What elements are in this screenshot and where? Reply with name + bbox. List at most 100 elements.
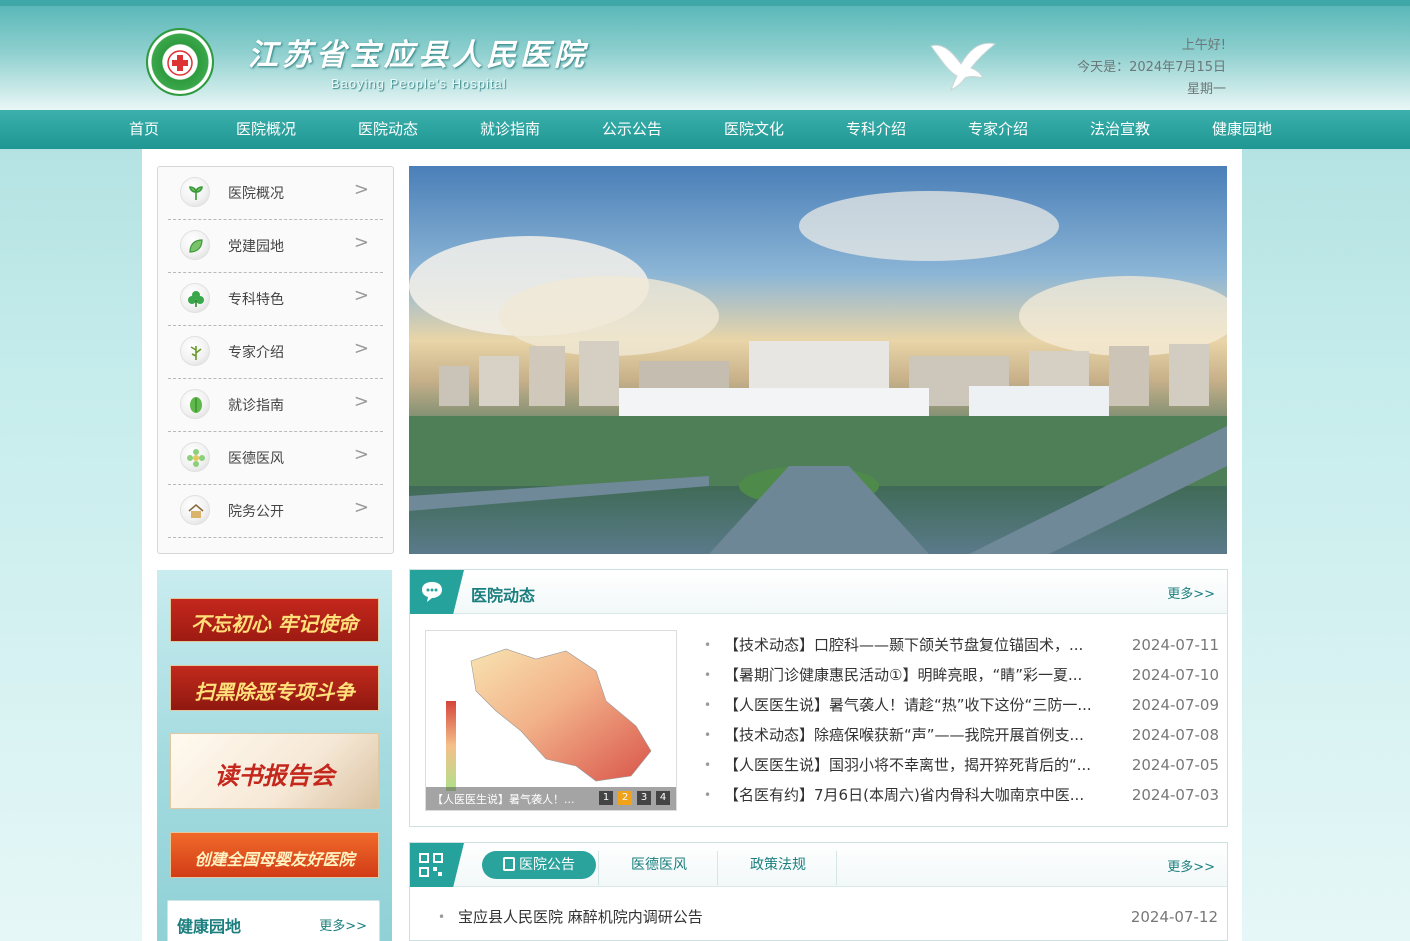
chevron-right-icon: > (353, 444, 369, 465)
bullet-icon: • (704, 698, 712, 712)
tab-divider (717, 851, 718, 885)
news-item-date: 2024-07-10 (1131, 666, 1219, 684)
nav-item-overview[interactable]: 医院概况 (220, 110, 312, 149)
nav-item-news[interactable]: 医院动态 (342, 110, 434, 149)
side-menu-item-public[interactable]: 院务公开 > (168, 485, 383, 538)
nav-item-experts[interactable]: 专家介绍 (952, 110, 1044, 149)
notice-item-title: 宝应县人民医院 麻醉机院内调研公告 (458, 908, 703, 926)
thumbnail-caption: 【人医医生说】暑气袭人！... (432, 793, 575, 806)
news-item-date: 2024-07-05 (1131, 756, 1219, 774)
bullet-icon: • (438, 910, 446, 924)
plant-icon (180, 336, 210, 366)
news-thumbnail[interactable]: 【人医医生说】暑气袭人！... 1 2 3 4 (425, 630, 677, 811)
news-item-title: 【技术动态】口腔科——颞下颌关节盘复位锚固术，... (724, 636, 1084, 654)
side-menu-label: 就诊指南 (228, 398, 284, 414)
main-nav: 首页 医院概况 医院动态 就诊指南 公示公告 医院文化 专科介绍 专家介绍 法治… (0, 110, 1410, 149)
health-garden-more-link[interactable]: 更多>> (319, 915, 367, 934)
promo-banner-label: 创建全国母婴友好医院 (194, 850, 355, 869)
chevron-right-icon: > (353, 391, 369, 412)
news-item-title: 【暑期门诊健康惠民活动①】明眸亮眼，“睛”彩一夏... (724, 666, 1083, 684)
news-item-date: 2024-07-03 (1131, 786, 1219, 804)
nav-item-departments[interactable]: 专科介绍 (830, 110, 922, 149)
hospital-banner-image[interactable] (409, 166, 1227, 554)
news-panel-title: 医院动态 (471, 586, 536, 605)
side-menu-item-guide[interactable]: 就诊指南 > (168, 379, 383, 432)
side-menu-item-experts[interactable]: 专家介绍 > (168, 326, 383, 379)
site-title: 江苏省宝应县人民医院 (248, 38, 588, 73)
side-menu-label: 专科特色 (228, 292, 284, 308)
news-list-item[interactable]: • 【技术动态】口腔科——颞下颌关节盘复位锚固术，... 2024-07-11 (704, 630, 1219, 660)
site-header: 江苏省宝应县人民医院 Baoying People's Hospital 上午好… (0, 0, 1410, 110)
news-header-tab (410, 570, 464, 614)
news-more-link[interactable]: 更多>> (1167, 583, 1215, 602)
chevron-right-icon: > (353, 179, 369, 200)
chevron-right-icon: > (353, 497, 369, 518)
slide-page-1[interactable]: 1 (599, 791, 613, 805)
slide-page-2[interactable]: 2 (618, 791, 632, 805)
side-menu-label: 院务公开 (228, 504, 284, 520)
hospital-cross-icon (167, 50, 193, 76)
weekday-text: 星期一 (1186, 82, 1226, 97)
site-subtitle: Baoying People's Hospital (331, 76, 507, 91)
promo-banner-reading[interactable]: 读书报告会 (170, 733, 379, 809)
greeting-text: 上午好! (1181, 38, 1226, 53)
side-menu-label: 医院概况 (228, 186, 284, 202)
side-menu-item-overview[interactable]: 医院概况 > (168, 167, 383, 220)
promo-banner-label: 不忘初心 牢记使命 (191, 612, 358, 636)
promo-banner-label: 扫黑除恶专项斗争 (194, 680, 355, 704)
promo-banner-antigang[interactable]: 扫黑除恶专项斗争 (170, 665, 379, 711)
chevron-right-icon: > (353, 285, 369, 306)
dove-icon (930, 42, 997, 91)
bullet-icon: • (704, 728, 712, 742)
news-item-date: 2024-07-11 (1131, 636, 1219, 654)
nav-item-home[interactable]: 首页 (108, 110, 180, 149)
promo-banner-maternal[interactable]: 创建全国母婴友好医院 (170, 832, 379, 878)
document-icon (503, 857, 515, 871)
tab-hospital-notice[interactable]: 医院公告 (482, 851, 596, 879)
news-panel: 医院动态 更多>> 【人医医生说】暑气袭人！... 1 2 3 4 • 【技术动… (409, 569, 1228, 827)
news-item-title: 【名医有约】7月6日(本周六)省内骨科大咖南京中医... (724, 786, 1085, 804)
nav-item-culture[interactable]: 医院文化 (708, 110, 800, 149)
slide-page-4[interactable]: 4 (656, 791, 670, 805)
news-list-item[interactable]: • 【人医医生说】暑气袭人！请趁“热”收下这份“三防一... 2024-07-0… (704, 690, 1219, 720)
tab-ethics[interactable]: 医德医风 (602, 851, 716, 879)
news-item-date: 2024-07-08 (1131, 726, 1219, 744)
news-list-item[interactable]: • 【名医有约】7月6日(本周六)省内骨科大咖南京中医... 2024-07-0… (704, 780, 1219, 810)
side-menu-item-party[interactable]: 党建园地 > (168, 220, 383, 273)
news-item-date: 2024-07-09 (1131, 696, 1219, 714)
promo-column: 不忘初心 牢记使命 扫黑除恶专项斗争 读书报告会 创建全国母婴友好医院 健康园地… (157, 570, 392, 941)
qr-code-icon (419, 853, 443, 877)
bullet-icon: • (704, 788, 712, 802)
news-item-title: 【人医医生说】国羽小将不幸离世，揭开猝死背后的“... (724, 756, 1092, 774)
nav-item-notices[interactable]: 公示公告 (586, 110, 678, 149)
news-list-item[interactable]: • 【暑期门诊健康惠民活动①】明眸亮眼，“睛”彩一夏... 2024-07-10 (704, 660, 1219, 690)
promo-banner-label: 读书报告会 (214, 761, 335, 790)
side-menu-item-ethics[interactable]: 医德医风 > (168, 432, 383, 485)
nav-item-guide[interactable]: 就诊指南 (464, 110, 556, 149)
notice-panel-header: 医院公告 医德医风 政策法规 更多>> (410, 843, 1227, 887)
nav-item-law[interactable]: 法治宣教 (1074, 110, 1166, 149)
health-garden-box: 健康园地 更多>> (167, 900, 380, 941)
news-list-item[interactable]: • 【人医医生说】国羽小将不幸离世，揭开猝死背后的“... 2024-07-05 (704, 750, 1219, 780)
flower-icon (180, 442, 210, 472)
side-menu: 医院概况 > 党建园地 > 专科特色 > 专家介绍 > 就诊指南 > 医德医风 … (157, 166, 394, 554)
side-menu-item-specialty[interactable]: 专科特色 > (168, 273, 383, 326)
slide-page-3[interactable]: 3 (637, 791, 651, 805)
nav-item-health[interactable]: 健康园地 (1196, 110, 1288, 149)
promo-banner-mission[interactable]: 不忘初心 牢记使命 (170, 598, 379, 642)
chat-bubble-icon (422, 582, 442, 602)
chevron-right-icon: > (353, 232, 369, 253)
notice-panel: 医院公告 医德医风 政策法规 更多>> • 宝应县人民医院 麻醉机院内调研公告 … (409, 842, 1228, 941)
notice-item-date: 2024-07-12 (1130, 908, 1218, 926)
sprout-icon (180, 177, 210, 207)
heat-map-image (426, 631, 676, 810)
notice-header-tab (410, 843, 464, 887)
news-item-title: 【技术动态】除癌保喉获新“声”——我院开展首例支... (724, 726, 1084, 744)
bullet-icon: • (704, 668, 712, 682)
notice-list-item[interactable]: • 宝应县人民医院 麻醉机院内调研公告 2024-07-12 (438, 905, 1218, 929)
tab-policy[interactable]: 政策法规 (721, 851, 835, 879)
news-list-item[interactable]: • 【技术动态】除癌保喉获新“声”——我院开展首例支... 2024-07-08 (704, 720, 1219, 750)
tab-label: 医院公告 (519, 857, 575, 873)
leaf-icon (180, 230, 210, 260)
notice-more-link[interactable]: 更多>> (1167, 856, 1215, 875)
